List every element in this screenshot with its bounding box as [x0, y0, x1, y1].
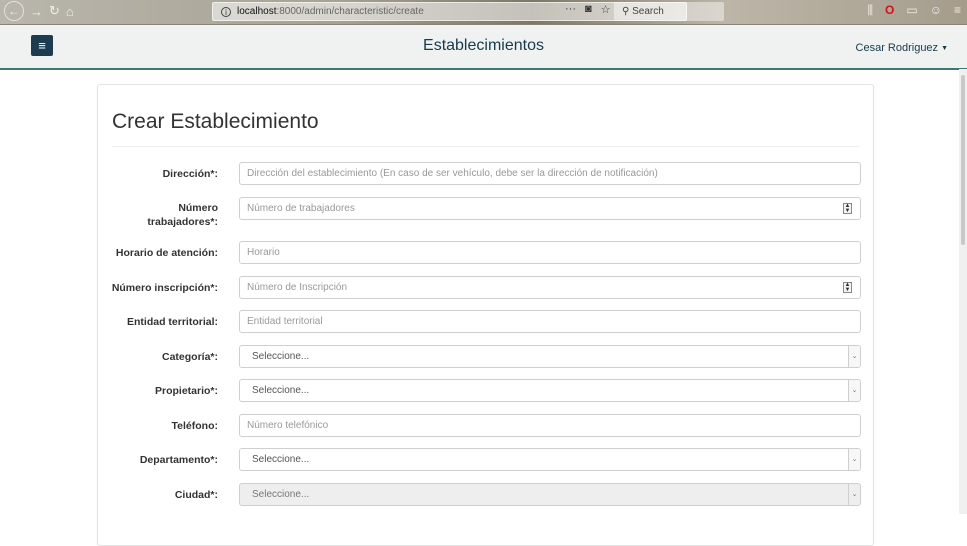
page-actions-icon[interactable]: ··· — [565, 3, 576, 16]
hamburger-menu-icon[interactable]: ≡ — [954, 3, 961, 18]
chevron-down-icon: ▼ — [941, 45, 948, 52]
ciudad-label: Ciudad*: — [174, 489, 218, 501]
browser-search-input[interactable]: ⚲ Search — [614, 2, 724, 21]
library-icon[interactable]: ⫼ — [868, 3, 874, 18]
pocket-icon[interactable]: ◙ — [585, 3, 592, 16]
entidad-input[interactable]: Entidad territorial — [239, 310, 861, 333]
horario-label: Horario de atención: — [115, 247, 218, 259]
user-name: Cesar Rodriguez — [855, 42, 939, 54]
number-spinner-icon[interactable]: ▲ ▼ — [843, 203, 852, 214]
title-divider — [112, 146, 859, 147]
propietario-select[interactable]: Seleccione... ⌄ — [239, 379, 861, 402]
home-icon[interactable]: ⌂ — [66, 4, 74, 19]
propietario-label: Propietario*: — [154, 385, 218, 397]
telefono-input[interactable]: Número telefónico — [239, 414, 861, 437]
propietario-value: Seleccione... — [252, 385, 310, 396]
site-info-icon[interactable]: i — [221, 7, 231, 17]
chevron-down-icon[interactable]: ⌄ — [848, 346, 860, 367]
search-icon: ⚲ — [622, 6, 630, 17]
forward-icon[interactable]: → — [30, 4, 43, 19]
browser-right-tools: ⫼ O ▭ ☺ ≡ — [868, 3, 962, 18]
departamento-select[interactable]: Seleccione... ⌄ — [239, 448, 861, 471]
search-placeholder: Search — [632, 6, 664, 17]
form-card: Crear Establecimiento Dirección*: Direcc… — [97, 84, 874, 546]
app-brand: Establecimientos — [423, 37, 544, 54]
direccion-label: Dirección*: — [162, 168, 218, 180]
chevron-down-icon[interactable]: ⌄ — [848, 380, 860, 401]
ciudad-value: Seleccione... — [252, 489, 310, 500]
chevron-down-icon[interactable]: ⌄ — [848, 449, 860, 470]
url-path: :8000/admin/characteristic/create — [276, 6, 424, 17]
opera-icon[interactable]: O — [885, 3, 894, 18]
categoria-value: Seleccione... — [252, 351, 310, 362]
horario-input[interactable]: Horario — [239, 241, 861, 264]
inscripcion-placeholder: Número de Inscripción — [247, 282, 348, 293]
bookmark-star-icon[interactable]: ☆ — [601, 3, 611, 16]
user-menu[interactable]: Cesar Rodriguez ▼ — [856, 42, 948, 54]
number-spinner-icon[interactable]: ▲ ▼ — [843, 282, 852, 293]
browser-nav-buttons: ← → ↻ ⌂ — [4, 1, 74, 21]
page-title: Crear Establecimiento — [112, 110, 319, 133]
ciudad-select[interactable]: Seleccione... ⌄ — [239, 483, 861, 506]
telefono-label: Teléfono: — [171, 420, 218, 432]
app-navbar: ≡ Establecimientos Cesar Rodriguez ▼ — [0, 25, 967, 70]
trabajadores-label-line2: trabajadores*: — [147, 216, 218, 228]
page-scrollbar[interactable] — [959, 69, 967, 514]
trabajadores-label-line1: Número — [178, 202, 218, 214]
departamento-value: Seleccione... — [252, 454, 310, 465]
inscripcion-input[interactable]: Número de Inscripción ▲ ▼ — [239, 276, 861, 299]
inscripcion-label: Número inscripción*: — [111, 282, 218, 294]
url-host: localhost — [237, 6, 277, 17]
entidad-label: Entidad territorial: — [126, 316, 218, 328]
chevron-down-icon[interactable]: ⌄ — [848, 484, 860, 505]
trabajadores-input[interactable]: Número de trabajadores ▲ ▼ — [239, 197, 861, 220]
categoria-label: Categoría*: — [161, 351, 218, 363]
departamento-label: Departamento*: — [139, 454, 218, 466]
scrollbar-thumb[interactable] — [961, 75, 965, 245]
trabajadores-placeholder: Número de trabajadores — [247, 203, 355, 214]
categoria-select[interactable]: Seleccione... ⌄ — [239, 345, 861, 368]
direccion-input[interactable]: Dirección del establecimiento (En caso d… — [239, 162, 861, 185]
extension-icon[interactable]: ☺ — [930, 3, 942, 18]
sidebar-icon[interactable]: ▭ — [906, 3, 917, 18]
browser-toolbar: ← → ↻ ⌂ i localhost:8000/admin/characteri… — [0, 0, 967, 25]
trabajadores-label: Número trabajadores*: — [147, 201, 218, 229]
back-icon[interactable]: ← — [4, 1, 24, 21]
reload-icon[interactable]: ↻ — [49, 3, 60, 19]
